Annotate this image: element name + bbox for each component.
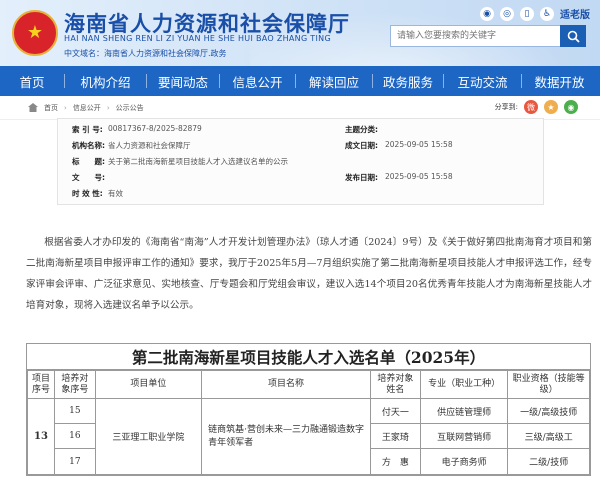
trainee-number-cell: 15 <box>53 398 96 424</box>
weibo-share-icon[interactable]: 微 <box>524 100 538 114</box>
chevron-right-icon: › <box>106 103 110 112</box>
nav-interaction[interactable]: 互动交流 <box>444 66 521 96</box>
document-info-box: 索 引 号: 00817367-8/2025-82879 机构名称: 省人力资源和社… <box>57 118 544 205</box>
nav-news[interactable]: 要闻动态 <box>147 66 219 96</box>
project-unit-cell: 三亚理工职业学院 <box>94 398 203 475</box>
trainee-name-cell: 付天一 <box>370 398 421 424</box>
major-cell: 互联网营销师 <box>419 423 509 449</box>
project-name-cell: 链商筑基·营创未来—三力融通锻造数字青年领军者 <box>201 398 372 475</box>
share-label: 分享到: <box>494 103 518 111</box>
nav-about[interactable]: 机构介绍 <box>65 66 146 96</box>
search-bar <box>390 25 586 47</box>
title-label: 标 题: <box>72 157 105 166</box>
table-header-row: 项目序号 培养对象序号 项目单位 项目名称 培养对象姓名 专业（职业工种） 职业… <box>27 370 590 399</box>
breadcrumb-announcements[interactable]: 公示公告 <box>116 103 144 113</box>
level-cell: 三级/高级工 <box>507 423 590 449</box>
nav-home[interactable]: 首页 <box>0 66 64 96</box>
table-header-cell: 培养对象序号 <box>53 370 96 399</box>
chevron-right-icon: › <box>64 103 67 112</box>
trainee-name-cell: 方 惠 <box>370 448 421 475</box>
level-cell: 二级/技师 <box>507 448 590 475</box>
table-header-cell: 项目名称 <box>201 370 372 399</box>
index-label: 索 引 号: <box>72 125 103 134</box>
home-icon <box>28 103 38 112</box>
validity-label: 时 效 性: <box>72 189 103 198</box>
trainee-number-cell: 17 <box>53 448 96 475</box>
title-value: 关于第二批南海新星项目技能人才入选建议名单的公示 <box>108 157 288 166</box>
weibo-icon[interactable]: ◎ <box>500 6 514 21</box>
wechat-share-icon[interactable]: ◉ <box>564 100 578 114</box>
trainee-number-cell: 16 <box>53 423 96 449</box>
table-header-cell: 专业（职业工种） <box>419 370 509 399</box>
publish-date-value: 2025-09-05 15:58 <box>385 172 453 181</box>
table-header-cell: 职业资格（技能等级） <box>507 370 590 399</box>
project-number-cell: 13 <box>27 398 55 475</box>
org-value: 省人力资源和社会保障厅 <box>108 141 191 150</box>
selection-list-table: 第二批南海新星项目技能人才入选名单（2025年） 项目序号 培养对象序号 项目单… <box>26 343 591 476</box>
wechat-icon[interactable]: ◉ <box>480 6 494 21</box>
share-bar: 分享到: 微 ★ ◉ <box>495 100 578 114</box>
table-header-cell: 项目序号 <box>27 370 55 399</box>
topic-label: 主题分类: <box>345 125 378 134</box>
elderly-mode-link[interactable]: 适老版 <box>560 6 590 21</box>
site-pinyin: HAI NAN SHENG REN LI ZI YUAN HE SHE HUI … <box>64 34 331 43</box>
breadcrumb-public-info[interactable]: 信息公开 <box>73 103 101 113</box>
top-links: ◉ ◎ ▯ ♿ 适老版 <box>480 6 590 21</box>
table-row: 13 15 三亚理工职业学院 链商筑基·营创未来—三力融通锻造数字青年领军者 付… <box>27 398 590 475</box>
level-cell: 一级/高级技师 <box>507 398 590 424</box>
site-domain: 中文域名：海南省人力资源和社会保障厅.政务 <box>64 49 227 58</box>
written-date-label: 成文日期: <box>345 141 378 150</box>
publish-date-label: 发布日期: <box>345 173 378 182</box>
index-value: 00817367-8/2025-82879 <box>108 124 202 133</box>
search-icon <box>567 30 580 43</box>
accessibility-icon[interactable]: ♿ <box>540 6 554 21</box>
nav-interpretation[interactable]: 解读回应 <box>296 66 372 96</box>
search-input[interactable] <box>390 25 560 47</box>
national-emblem-icon[interactable]: ★ <box>12 10 58 56</box>
search-button[interactable] <box>560 25 586 47</box>
mobile-icon[interactable]: ▯ <box>520 6 534 21</box>
validity-value: 有效 <box>108 189 123 198</box>
nav-open-data[interactable]: 数据开放 <box>522 66 597 96</box>
breadcrumb: 首页 › 信息公开 › 公示公告 分享到: 微 ★ ◉ <box>0 96 600 120</box>
major-cell: 电子商务师 <box>419 448 509 475</box>
major-cell: 供应链管理师 <box>419 398 509 424</box>
doc-number-label: 文 号: <box>72 173 105 182</box>
trainee-name-cell: 王家琦 <box>370 423 421 449</box>
site-header: ★ 海南省人力资源和社会保障厅 HAI NAN SHENG REN LI ZI … <box>0 0 600 66</box>
table-header-cell: 培养对象姓名 <box>370 370 421 399</box>
nav-public-info[interactable]: 信息公开 <box>220 66 295 96</box>
announcement-paragraph: 根据省委人才办印发的《海南省“南海”人才开发计划管理办法》（琼人才通〔2024〕… <box>26 237 592 311</box>
breadcrumb-home[interactable]: 首页 <box>44 103 58 113</box>
main-nav: 首页 机构介绍 要闻动态 信息公开 解读回应 政务服务 互动交流 数据开放 <box>0 66 600 96</box>
table-title: 第二批南海新星项目技能人才入选名单（2025年） <box>27 344 590 370</box>
table-header-cell: 项目单位 <box>94 370 203 399</box>
nav-services[interactable]: 政务服务 <box>373 66 443 96</box>
qzone-share-icon[interactable]: ★ <box>544 100 558 114</box>
org-label: 机构名称: <box>72 141 105 150</box>
written-date-value: 2025-09-05 15:58 <box>385 140 453 149</box>
